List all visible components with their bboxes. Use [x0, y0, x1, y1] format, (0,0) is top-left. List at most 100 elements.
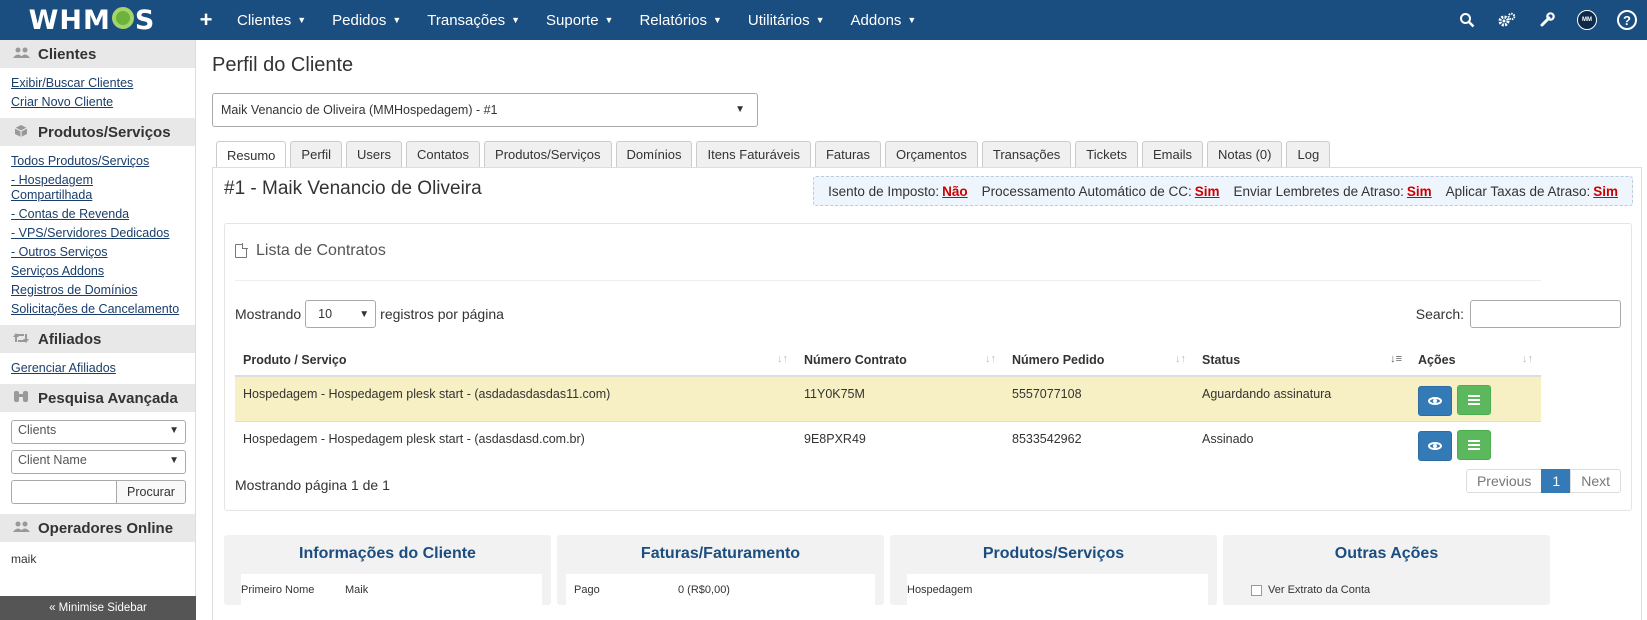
link-servicos-addons[interactable]: Serviços Addons [11, 262, 184, 281]
gears-icon[interactable] [1487, 0, 1527, 40]
tab-orcamentos[interactable]: Orçamentos [885, 141, 978, 167]
tab-users[interactable]: Users [346, 141, 402, 167]
profile-tabs: Resumo Perfil Users Contatos Produtos/Se… [216, 141, 1331, 168]
product-item[interactable]: Hospedagem [907, 584, 972, 596]
view-contract-button[interactable] [1418, 430, 1452, 461]
action-link[interactable]: Ver Extrato da Conta [1268, 584, 1370, 596]
cell-status: Assinado [1194, 420, 1410, 466]
procurar-button[interactable]: Procurar [116, 480, 186, 504]
menu-label: Transações [427, 11, 506, 29]
card-produtos-servicos: Produtos/Serviços Hospedagem [890, 535, 1217, 605]
cell-acoes [1410, 376, 1541, 421]
list-contract-button[interactable] [1457, 385, 1492, 415]
flag-value-link[interactable]: Sim [1407, 184, 1432, 199]
page-length-select[interactable]: 10 ▼ [305, 300, 377, 328]
col-label: Ações [1418, 352, 1456, 367]
col-acoes[interactable]: Ações ↓↑ [1410, 344, 1541, 377]
link-criar-cliente[interactable]: Criar Novo Cliente [11, 93, 184, 112]
quick-add-button[interactable]: + [188, 7, 224, 33]
col-contrato[interactable]: Número Contrato ↓↑ [796, 344, 1004, 377]
minimise-sidebar-button[interactable]: « Minimise Sidebar [0, 596, 196, 620]
table-search-input[interactable] [1470, 300, 1621, 328]
tab-resumo[interactable]: Resumo [216, 141, 287, 168]
online-operator: maik [11, 552, 37, 566]
flag-processamento-cc: Processamento Automático de CC: Sim [982, 184, 1220, 199]
caret-down-icon: ▼ [907, 15, 917, 25]
card-title: Informações do Cliente [299, 545, 476, 562]
search-field-select[interactable]: Client Name ▼ [11, 450, 186, 474]
search-type-select[interactable]: Clients ▼ [11, 420, 186, 444]
length-prefix: Mostrando [235, 306, 302, 322]
sidebar-links-afiliados: Gerenciar Afiliados [0, 353, 195, 384]
col-status[interactable]: Status ↓≡ [1194, 344, 1410, 377]
chevron-down-icon: ▼ [169, 455, 179, 466]
tab-perfil[interactable]: Perfil [290, 141, 343, 167]
contracts-title-text: Lista de Contratos [256, 242, 386, 259]
menu-relatorios[interactable]: Relatórios ▼ [626, 0, 734, 40]
tab-faturas[interactable]: Faturas [814, 141, 882, 167]
tab-notas[interactable]: Notas (0) [1207, 141, 1283, 167]
navbar-tools: MM ? [1447, 0, 1647, 40]
pagination-previous[interactable]: Previous [1465, 469, 1543, 493]
menu-pedidos[interactable]: Pedidos ▼ [319, 0, 414, 40]
sort-icon: ↓↑ [1522, 353, 1533, 365]
sidebar-section-clientes: Clientes [0, 40, 195, 68]
whmcs-logo[interactable]: WHM S [0, 0, 184, 40]
flag-value-link[interactable]: Sim [1195, 184, 1220, 199]
view-contract-button[interactable] [1418, 386, 1452, 416]
link-solicitacoes-cancelamento[interactable]: Solicitações de Cancelamento [11, 300, 184, 319]
table-header-row: Produto / Serviço ↓↑ Número Contrato ↓↑ Nú… [235, 344, 1541, 377]
sidebar-search-input[interactable] [11, 480, 116, 504]
link-todos-produtos[interactable]: Todos Produtos/Serviços [11, 152, 184, 171]
pagination-next[interactable]: Next [1570, 469, 1621, 493]
tab-produtos-servicos[interactable]: Produtos/Serviços [484, 141, 612, 167]
document-icon [1251, 584, 1262, 596]
main-menu: + Clientes ▼ Pedidos ▼ Transações ▼ Suporte… [184, 0, 929, 40]
search-label: Search: [1415, 306, 1464, 322]
tab-log[interactable]: Log [1286, 141, 1331, 167]
link-contas-revenda[interactable]: - Contas de Revenda [11, 205, 184, 224]
link-gerenciar-afiliados[interactable]: Gerenciar Afiliados [11, 359, 184, 378]
tab-panel-resumo: #1 - Maik Venancio de Oliveira Isento de… [212, 167, 1642, 620]
search-icon[interactable] [1447, 0, 1487, 40]
user-avatar[interactable]: MM [1567, 0, 1607, 40]
help-button[interactable]: ? [1607, 0, 1647, 40]
link-vps-dedicados[interactable]: - VPS/Servidores Dedicados [11, 224, 184, 243]
table-info: Mostrando página 1 de 1 [235, 477, 390, 493]
tab-itens-faturaveis[interactable]: Itens Faturáveis [696, 141, 811, 167]
menu-suporte[interactable]: Suporte ▼ [533, 0, 626, 40]
col-produto[interactable]: Produto / Serviço ↓↑ [235, 344, 796, 377]
link-hospedagem-compartilhada[interactable]: - Hospedagem Compartilhada [11, 173, 116, 203]
link-registros-dominios[interactable]: Registros de Domínios [11, 281, 184, 300]
flag-value-link[interactable]: Sim [1593, 184, 1618, 199]
cell-produto: Hospedagem - Hospedagem plesk start - (a… [235, 376, 796, 421]
wrench-icon[interactable] [1527, 0, 1567, 40]
pagination-page-current[interactable]: 1 [1541, 469, 1572, 493]
tab-emails[interactable]: Emails [1142, 141, 1204, 167]
tab-transacoes[interactable]: Transações [981, 141, 1072, 167]
flag-value-link[interactable]: Não [942, 184, 968, 199]
tab-tickets[interactable]: Tickets [1075, 141, 1138, 167]
tab-contatos[interactable]: Contatos [406, 141, 481, 167]
logo-text-end: S [134, 4, 156, 36]
client-select[interactable]: Maik Venancio de Oliveira (MMHospedagem)… [212, 93, 758, 127]
link-exibir-clientes[interactable]: Exibir/Buscar Clientes [11, 74, 184, 93]
card-title: Outras Ações [1334, 545, 1439, 562]
contracts-panel: Lista de Contratos Mostrando 10 ▼ registr… [224, 223, 1632, 511]
link-outros-servicos[interactable]: - Outros Serviços [11, 243, 184, 262]
sidebar-section-produtos: Produtos/Serviços [0, 118, 195, 146]
col-pedido[interactable]: Número Pedido ↓↑ [1004, 344, 1194, 377]
divider [235, 280, 1541, 281]
cell-contrato: 11Y0K75M [796, 376, 1004, 421]
menu-transacoes[interactable]: Transações ▼ [414, 0, 533, 40]
menu-clientes[interactable]: Clientes ▼ [224, 0, 319, 40]
caret-down-icon: ▼ [713, 15, 722, 25]
col-label: Status [1202, 352, 1241, 367]
list-contract-button[interactable] [1457, 429, 1492, 460]
tab-dominios[interactable]: Domínios [615, 141, 693, 167]
file-pdf-icon [235, 243, 248, 258]
menu-utilitarios[interactable]: Utilitários ▼ [735, 0, 838, 40]
menu-addons[interactable]: Addons ▼ [838, 0, 930, 40]
flag-taxas-atraso: Aplicar Taxas de Atraso: Sim [1446, 184, 1618, 199]
summary-cards: Informações do Cliente Primeiro Nome Maik… [224, 535, 1550, 605]
